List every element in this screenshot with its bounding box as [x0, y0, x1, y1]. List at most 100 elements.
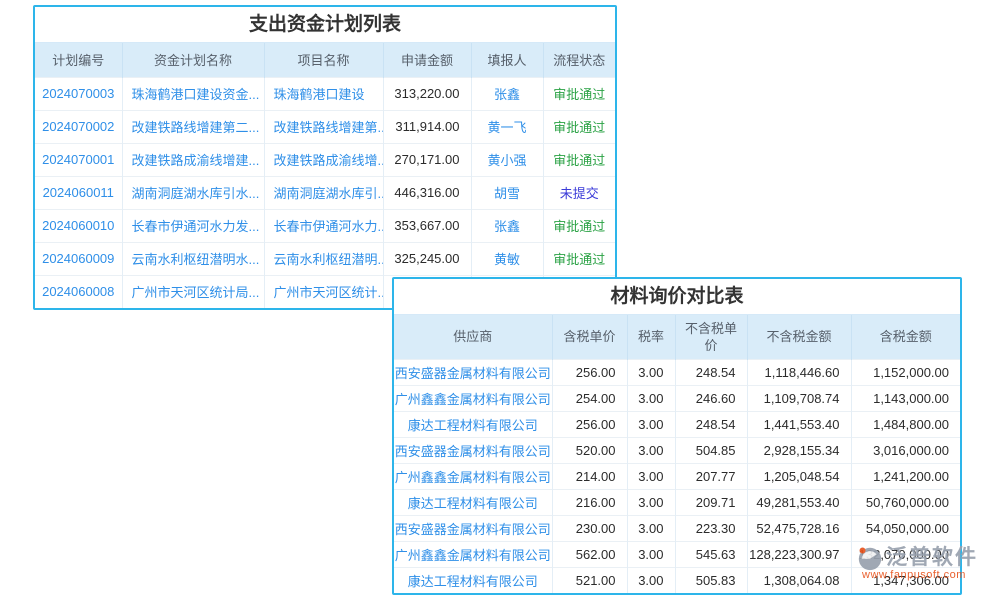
supplier-link[interactable]: 广州鑫鑫金属材料有限公司 [394, 463, 552, 489]
apply-amount-cell: 353,667.00 [383, 209, 471, 242]
amount-tax-cell: 1,143,000.00 [851, 385, 960, 411]
amount-no-tax-cell: 49,281,553.40 [747, 489, 851, 515]
status-cell[interactable]: 审批通过 [543, 77, 615, 110]
filler-cell: 张鑫 [471, 77, 543, 110]
plan-id-link[interactable]: 2024060011 [35, 176, 122, 209]
supplier-link[interactable]: 西安盛器金属材料有限公司 [394, 515, 552, 541]
expenditure-plan-table-title: 支出资金计划列表 [35, 7, 615, 43]
tax-rate-cell: 3.00 [627, 489, 675, 515]
project-name-link[interactable]: 广州市天河区统计... [264, 275, 383, 308]
status-cell[interactable]: 审批通过 [543, 209, 615, 242]
plan-col-project-name: 项目名称 [264, 43, 383, 77]
fund-plan-name-link[interactable]: 湖南洞庭湖水库引水... [122, 176, 264, 209]
quote-table-row[interactable]: 康达工程材料有限公司 216.00 3.00 209.71 49,281,553… [394, 489, 960, 515]
apply-amount-cell: 446,316.00 [383, 176, 471, 209]
amount-tax-cell: 50,760,000.00 [851, 489, 960, 515]
quote-table-row[interactable]: 广州鑫鑫金属材料有限公司 562.00 3.00 545.63 128,223,… [394, 541, 960, 567]
amount-no-tax-cell: 52,475,728.16 [747, 515, 851, 541]
price-no-tax-cell: 246.60 [675, 385, 747, 411]
plan-id-link[interactable]: 2024060008 [35, 275, 122, 308]
price-no-tax-cell: 209.71 [675, 489, 747, 515]
tax-rate-cell: 3.00 [627, 437, 675, 463]
quote-table-row[interactable]: 康达工程材料有限公司 521.00 3.00 505.83 1,308,064.… [394, 567, 960, 593]
status-cell[interactable]: 审批通过 [543, 143, 615, 176]
amount-no-tax-cell: 1,118,446.60 [747, 359, 851, 385]
tax-rate-cell: 3.00 [627, 515, 675, 541]
price-no-tax-cell: 248.54 [675, 359, 747, 385]
price-no-tax-cell: 545.63 [675, 541, 747, 567]
amount-no-tax-cell: 128,223,300.97 [747, 541, 851, 567]
plan-table-row[interactable]: 2024070002 改建铁路线增建第二... 改建铁路线增建第... 311,… [35, 110, 615, 143]
price-tax-cell: 520.00 [552, 437, 627, 463]
plan-table-row[interactable]: 2024060011 湖南洞庭湖水库引水... 湖南洞庭湖水库引... 446,… [35, 176, 615, 209]
quote-col-price-no-tax: 不含税单价 [675, 315, 747, 359]
plan-table-row[interactable]: 2024070001 改建铁路成渝线增建... 改建铁路成渝线增... 270,… [35, 143, 615, 176]
plan-table-row[interactable]: 2024060009 云南水利枢纽潜明水... 云南水利枢纽潜明... 325,… [35, 242, 615, 275]
project-name-link[interactable]: 珠海鹤港口建设 [264, 77, 383, 110]
amount-tax-cell: 1,347,306.00 [851, 567, 960, 593]
plan-id-link[interactable]: 2024060009 [35, 242, 122, 275]
project-name-link[interactable]: 湖南洞庭湖水库引... [264, 176, 383, 209]
expenditure-plan-table: 计划编号 资金计划名称 项目名称 申请金额 填报人 流程状态 202407000… [35, 43, 615, 308]
quote-table-header-row: 供应商 含税单价 税率 不含税单价 不含税金额 含税金额 [394, 315, 960, 359]
fund-plan-name-link[interactable]: 改建铁路成渝线增建... [122, 143, 264, 176]
plan-id-link[interactable]: 2024060010 [35, 209, 122, 242]
plan-table-header-row: 计划编号 资金计划名称 项目名称 申请金额 填报人 流程状态 [35, 43, 615, 77]
amount-no-tax-cell: 1,109,708.74 [747, 385, 851, 411]
supplier-link[interactable]: 西安盛器金属材料有限公司 [394, 359, 552, 385]
project-name-link[interactable]: 改建铁路成渝线增... [264, 143, 383, 176]
supplier-link[interactable]: 康达工程材料有限公司 [394, 411, 552, 437]
filler-cell: 黄敏 [471, 242, 543, 275]
plan-table-row[interactable]: 2024070003 珠海鹤港口建设资金... 珠海鹤港口建设 313,220.… [35, 77, 615, 110]
price-no-tax-cell: 505.83 [675, 567, 747, 593]
fund-plan-name-link[interactable]: 改建铁路线增建第二... [122, 110, 264, 143]
supplier-link[interactable]: 康达工程材料有限公司 [394, 489, 552, 515]
project-name-link[interactable]: 改建铁路线增建第... [264, 110, 383, 143]
amount-no-tax-cell: 1,205,048.54 [747, 463, 851, 489]
amount-tax-cell: 1,241,200.00 [851, 463, 960, 489]
quote-table-row[interactable]: 广州鑫鑫金属材料有限公司 214.00 3.00 207.77 1,205,04… [394, 463, 960, 489]
price-tax-cell: 214.00 [552, 463, 627, 489]
amount-no-tax-cell: 1,441,553.40 [747, 411, 851, 437]
supplier-link[interactable]: 广州鑫鑫金属材料有限公司 [394, 385, 552, 411]
price-tax-cell: 216.00 [552, 489, 627, 515]
price-no-tax-cell: 504.85 [675, 437, 747, 463]
supplier-link[interactable]: 康达工程材料有限公司 [394, 567, 552, 593]
plan-id-link[interactable]: 2024070001 [35, 143, 122, 176]
plan-col-fund-name: 资金计划名称 [122, 43, 264, 77]
price-tax-cell: 562.00 [552, 541, 627, 567]
quote-table-row[interactable]: 康达工程材料有限公司 256.00 3.00 248.54 1,441,553.… [394, 411, 960, 437]
quote-col-price-tax: 含税单价 [552, 315, 627, 359]
quote-table-row[interactable]: 西安盛器金属材料有限公司 230.00 3.00 223.30 52,475,7… [394, 515, 960, 541]
price-no-tax-cell: 207.77 [675, 463, 747, 489]
plan-table-row[interactable]: 2024060010 长春市伊通河水力发... 长春市伊通河水力... 353,… [35, 209, 615, 242]
quote-table-row[interactable]: 西安盛器金属材料有限公司 256.00 3.00 248.54 1,118,44… [394, 359, 960, 385]
filler-cell: 胡雪 [471, 176, 543, 209]
fund-plan-name-link[interactable]: 广州市天河区统计局... [122, 275, 264, 308]
tax-rate-cell: 3.00 [627, 567, 675, 593]
quote-col-amount-no-tax: 不含税金额 [747, 315, 851, 359]
project-name-link[interactable]: 长春市伊通河水力... [264, 209, 383, 242]
quote-table-row[interactable]: 西安盛器金属材料有限公司 520.00 3.00 504.85 2,928,15… [394, 437, 960, 463]
status-cell[interactable]: 审批通过 [543, 242, 615, 275]
amount-tax-cell: 54,050,000.00 [851, 515, 960, 541]
tax-rate-cell: 3.00 [627, 541, 675, 567]
fund-plan-name-link[interactable]: 云南水利枢纽潜明水... [122, 242, 264, 275]
status-cell[interactable]: 审批通过 [543, 110, 615, 143]
fund-plan-name-link[interactable]: 长春市伊通河水力发... [122, 209, 264, 242]
apply-amount-cell: 313,220.00 [383, 77, 471, 110]
supplier-link[interactable]: 广州鑫鑫金属材料有限公司 [394, 541, 552, 567]
tax-rate-cell: 3.00 [627, 463, 675, 489]
quote-table-row[interactable]: 广州鑫鑫金属材料有限公司 254.00 3.00 246.60 1,109,70… [394, 385, 960, 411]
plan-id-link[interactable]: 2024070003 [35, 77, 122, 110]
quote-col-supplier: 供应商 [394, 315, 552, 359]
plan-id-link[interactable]: 2024070002 [35, 110, 122, 143]
price-no-tax-cell: 248.54 [675, 411, 747, 437]
supplier-link[interactable]: 西安盛器金属材料有限公司 [394, 437, 552, 463]
price-tax-cell: 230.00 [552, 515, 627, 541]
fund-plan-name-link[interactable]: 珠海鹤港口建设资金... [122, 77, 264, 110]
status-cell[interactable]: 未提交 [543, 176, 615, 209]
material-quote-table: 供应商 含税单价 税率 不含税单价 不含税金额 含税金额 西安盛器金属材料有限公… [394, 315, 960, 593]
filler-cell: 张鑫 [471, 209, 543, 242]
project-name-link[interactable]: 云南水利枢纽潜明... [264, 242, 383, 275]
